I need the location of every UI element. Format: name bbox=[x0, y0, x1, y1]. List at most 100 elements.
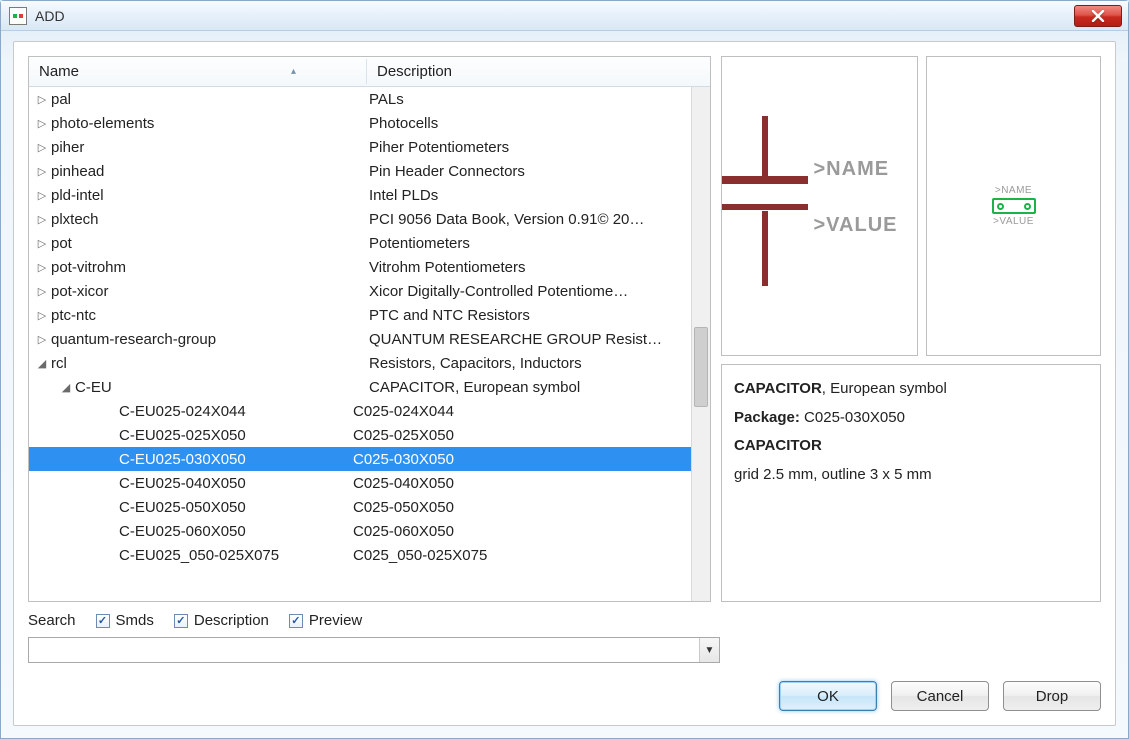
tree-branch[interactable]: ▷ptc-ntcPTC and NTC Resistors bbox=[29, 303, 691, 327]
tree-item-name: C-EU025-024X044 bbox=[119, 403, 353, 420]
tree-branch[interactable]: ▷potPotentiometers bbox=[29, 231, 691, 255]
add-dialog-window: ADD Name ▴ Description bbox=[0, 0, 1129, 739]
library-tree[interactable]: Name ▴ Description ▷palPALs▷photo-elemen… bbox=[28, 56, 711, 602]
arrow-collapsed-icon[interactable]: ▷ bbox=[35, 213, 49, 226]
chevron-down-icon: ▼ bbox=[705, 645, 715, 656]
tree-item-description: Xicor Digitally-Controlled Potentiome… bbox=[369, 283, 691, 300]
tree-branch[interactable]: ◢rclResistors, Capacitors, Inductors bbox=[29, 351, 691, 375]
footprint-outline bbox=[992, 198, 1036, 214]
info-type-line: CAPACITOR, European symbol bbox=[734, 375, 1088, 404]
arrow-collapsed-icon[interactable]: ▷ bbox=[35, 93, 49, 106]
dialog-buttons: OK Cancel Drop bbox=[28, 681, 1101, 711]
arrow-collapsed-icon[interactable]: ▷ bbox=[35, 261, 49, 274]
description-checkbox-label: Description bbox=[194, 612, 269, 629]
search-combobox[interactable]: ▼ bbox=[28, 637, 720, 663]
search-input[interactable] bbox=[29, 638, 699, 662]
tree-rows: ▷palPALs▷photo-elementsPhotocells▷piherP… bbox=[29, 87, 691, 601]
upper-panes: Name ▴ Description ▷palPALs▷photo-elemen… bbox=[28, 56, 1101, 602]
schematic-preview[interactable]: >NAME >VALUE bbox=[721, 56, 918, 356]
arrow-collapsed-icon[interactable]: ▷ bbox=[35, 237, 49, 250]
tree-branch[interactable]: ◢C-EUCAPACITOR, European symbol bbox=[29, 375, 691, 399]
app-icon bbox=[9, 7, 27, 25]
tree-branch[interactable]: ▷quantum-research-groupQUANTUM RESEARCHE… bbox=[29, 327, 691, 351]
checkbox-checked-icon: ✓ bbox=[96, 614, 110, 628]
tree-item-name: C-EU025-040X050 bbox=[119, 475, 353, 492]
arrow-expanded-icon[interactable]: ◢ bbox=[59, 381, 73, 394]
tree-branch[interactable]: ▷pot-xicorXicor Digitally-Controlled Pot… bbox=[29, 279, 691, 303]
smds-checkbox-label: Smds bbox=[116, 612, 154, 629]
tree-branch[interactable]: ▷pot-vitrohmVitrohm Potentiometers bbox=[29, 255, 691, 279]
tree-leaf[interactable]: C-EU025-060X050C025-060X050 bbox=[29, 519, 691, 543]
titlebar[interactable]: ADD bbox=[1, 1, 1128, 31]
search-options-row: Search ✓ Smds ✓ Description ✓ Preview bbox=[28, 612, 1101, 629]
tree-leaf[interactable]: C-EU025-050X050C025-050X050 bbox=[29, 495, 691, 519]
close-button[interactable] bbox=[1074, 5, 1122, 27]
drop-button-label: Drop bbox=[1036, 688, 1069, 705]
tree-item-description: C025-025X050 bbox=[353, 427, 691, 444]
tree-branch[interactable]: ▷palPALs bbox=[29, 87, 691, 111]
search-label: Search bbox=[28, 612, 76, 629]
description-checkbox[interactable]: ✓ Description bbox=[174, 612, 269, 629]
tree-branch[interactable]: ▷photo-elementsPhotocells bbox=[29, 111, 691, 135]
info-detail: grid 2.5 mm, outline 3 x 5 mm bbox=[734, 461, 1088, 490]
tree-item-description: C025_050-025X075 bbox=[353, 547, 691, 564]
cancel-button-label: Cancel bbox=[917, 688, 964, 705]
footprint-symbol: >NAME >VALUE bbox=[992, 185, 1036, 227]
info-package-value: C025-030X050 bbox=[804, 409, 905, 426]
arrow-collapsed-icon[interactable]: ▷ bbox=[35, 333, 49, 346]
tree-leaf[interactable]: C-EU025_050-025X075C025_050-025X075 bbox=[29, 543, 691, 567]
tree-item-name: C-EU025_050-025X075 bbox=[119, 547, 353, 564]
footprint-name-placeholder: >NAME bbox=[992, 185, 1036, 196]
arrow-collapsed-icon[interactable]: ▷ bbox=[35, 165, 49, 178]
arrow-collapsed-icon[interactable]: ▷ bbox=[35, 309, 49, 322]
symbol-value-placeholder: >VALUE bbox=[814, 214, 898, 237]
tree-item-name: pal bbox=[51, 91, 369, 108]
tree-item-name: C-EU025-050X050 bbox=[119, 499, 353, 516]
tree-branch[interactable]: ▷piherPiher Potentiometers bbox=[29, 135, 691, 159]
arrow-collapsed-icon[interactable]: ▷ bbox=[35, 285, 49, 298]
ok-button[interactable]: OK bbox=[779, 681, 877, 711]
drop-button[interactable]: Drop bbox=[1003, 681, 1101, 711]
info-heading: CAPACITOR bbox=[734, 432, 1088, 461]
tree-item-description: Piher Potentiometers bbox=[369, 139, 691, 156]
tree-item-name: plxtech bbox=[51, 211, 369, 228]
smds-checkbox[interactable]: ✓ Smds bbox=[96, 612, 154, 629]
tree-item-description: C025-040X050 bbox=[353, 475, 691, 492]
arrow-expanded-icon[interactable]: ◢ bbox=[35, 357, 49, 370]
tree-leaf[interactable]: C-EU025-030X050C025-030X050 bbox=[29, 447, 691, 471]
column-header-name-label: Name bbox=[39, 63, 79, 80]
tree-item-name: quantum-research-group bbox=[51, 331, 369, 348]
preview-row: >NAME >VALUE >NAME >VALU bbox=[721, 56, 1101, 356]
tree-item-description: PALs bbox=[369, 91, 691, 108]
info-type-name: CAPACITOR bbox=[734, 380, 822, 397]
preview-checkbox[interactable]: ✓ Preview bbox=[289, 612, 362, 629]
dropdown-button[interactable]: ▼ bbox=[699, 638, 719, 662]
column-header-description[interactable]: Description bbox=[367, 59, 710, 84]
checkbox-checked-icon: ✓ bbox=[289, 614, 303, 628]
tree-item-description: QUANTUM RESEARCHE GROUP Resist… bbox=[369, 331, 691, 348]
cancel-button[interactable]: Cancel bbox=[891, 681, 989, 711]
arrow-collapsed-icon[interactable]: ▷ bbox=[35, 189, 49, 202]
tree-scrollbar[interactable] bbox=[691, 87, 710, 601]
tree-item-name: C-EU025-060X050 bbox=[119, 523, 353, 540]
board-preview[interactable]: >NAME >VALUE bbox=[926, 56, 1101, 356]
tree-leaf[interactable]: C-EU025-024X044C025-024X044 bbox=[29, 399, 691, 423]
tree-item-description: Photocells bbox=[369, 115, 691, 132]
tree-item-description: Pin Header Connectors bbox=[369, 163, 691, 180]
tree-branch[interactable]: ▷plxtechPCI 9056 Data Book, Version 0.91… bbox=[29, 207, 691, 231]
tree-item-name: pot bbox=[51, 235, 369, 252]
arrow-collapsed-icon[interactable]: ▷ bbox=[35, 141, 49, 154]
column-header-name[interactable]: Name ▴ bbox=[29, 59, 367, 84]
tree-item-description: Intel PLDs bbox=[369, 187, 691, 204]
tree-branch[interactable]: ▷pinheadPin Header Connectors bbox=[29, 159, 691, 183]
info-package-line: Package: C025-030X050 bbox=[734, 404, 1088, 433]
pad-icon bbox=[1024, 203, 1031, 210]
tree-branch[interactable]: ▷pld-intelIntel PLDs bbox=[29, 183, 691, 207]
tree-item-description: Resistors, Capacitors, Inductors bbox=[369, 355, 691, 372]
tree-item-name: piher bbox=[51, 139, 369, 156]
tree-leaf[interactable]: C-EU025-040X050C025-040X050 bbox=[29, 471, 691, 495]
arrow-collapsed-icon[interactable]: ▷ bbox=[35, 117, 49, 130]
tree-leaf[interactable]: C-EU025-025X050C025-025X050 bbox=[29, 423, 691, 447]
scrollbar-thumb[interactable] bbox=[694, 327, 708, 407]
tree-item-name: ptc-ntc bbox=[51, 307, 369, 324]
